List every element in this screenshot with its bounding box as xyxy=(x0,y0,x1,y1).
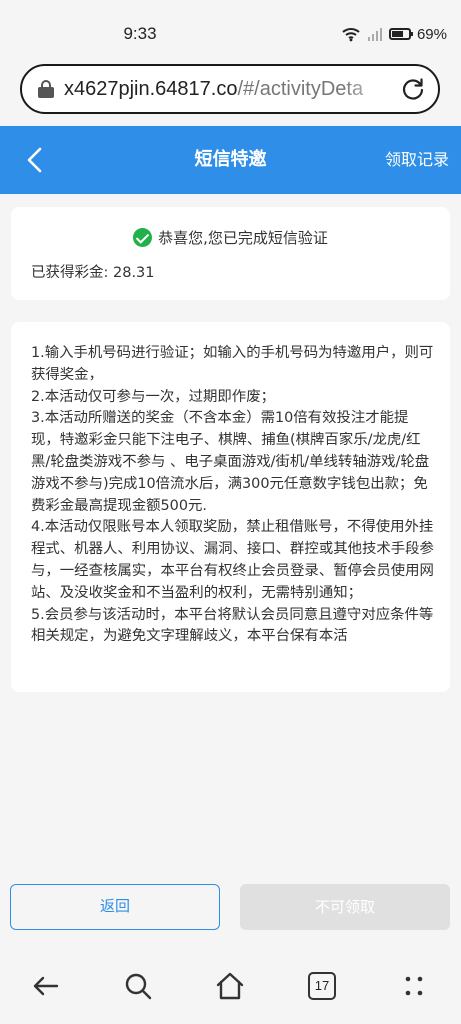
url-path: /#/activityDeta xyxy=(237,77,364,100)
success-message-row: 恭喜您,您已完成短信验证 xyxy=(11,227,450,248)
claim-records-link[interactable]: 领取记录 xyxy=(385,126,449,194)
rule-item: 4.本活动仅限账号本人领取奖励，禁止租借账号，不得使用外挂程式、机器人、利用协议… xyxy=(31,519,434,601)
rule-item: 1.输入手机号码进行验证；如输入的手机号码为特邀用户，则可获得奖金， xyxy=(31,345,434,383)
claim-button-disabled[interactable]: 不可领取 xyxy=(240,884,450,930)
url-bar[interactable]: x4627pjin.64817.co/#/activityDeta xyxy=(20,64,440,114)
battery-percent: 69% xyxy=(416,25,447,43)
browser-nav-bar: 17 xyxy=(0,952,461,1024)
status-icons: 69% xyxy=(341,24,447,44)
reload-icon[interactable] xyxy=(400,76,426,102)
status-bar: 9:33 69% xyxy=(0,0,461,58)
rules-card[interactable]: 1.输入手机号码进行验证；如输入的手机号码为特邀用户，则可获得奖金， 2.本活动… xyxy=(11,322,450,692)
back-arrow-icon[interactable] xyxy=(30,970,62,1002)
tabs-icon[interactable]: 17 xyxy=(308,972,336,1000)
verification-card: 恭喜您,您已完成短信验证 已获得彩金: 28.31 xyxy=(11,207,450,300)
success-message: 恭喜您,您已完成短信验证 xyxy=(158,229,328,247)
rule-item: 5.会员参与该活动时，本平台将默认会员同意且遵守对应条件等相关规定，为避免文字理… xyxy=(31,606,434,645)
check-circle-icon xyxy=(133,228,153,247)
back-button[interactable]: 返回 xyxy=(10,884,220,930)
bonus-amount: 已获得彩金: 28.31 xyxy=(31,265,155,281)
url-text[interactable]: x4627pjin.64817.co/#/activityDeta xyxy=(64,78,394,101)
signal-icon xyxy=(367,28,382,41)
search-icon[interactable] xyxy=(122,970,154,1002)
battery-icon xyxy=(388,28,413,40)
status-time: 9:33 xyxy=(123,24,157,43)
more-icon[interactable] xyxy=(398,970,430,1002)
home-icon[interactable] xyxy=(214,970,246,1002)
wifi-icon xyxy=(342,28,360,42)
rule-item: 3.本活动所赠送的奖金（不含本金）需10倍有效投注才能提现，特邀彩金只能下注电子… xyxy=(31,410,430,514)
url-host: x4627pjin.64817.co xyxy=(64,77,238,100)
rules-text: 1.输入手机号码进行验证；如输入的手机号码为特邀用户，则可获得奖金， 2.本活动… xyxy=(31,343,437,677)
lock-icon[interactable] xyxy=(38,80,54,98)
chevron-left-icon[interactable] xyxy=(22,146,50,174)
rule-item: 2.本活动仅可参与一次，过期即作废； xyxy=(31,388,275,405)
app-header: 短信特邀 领取记录 xyxy=(0,126,461,194)
